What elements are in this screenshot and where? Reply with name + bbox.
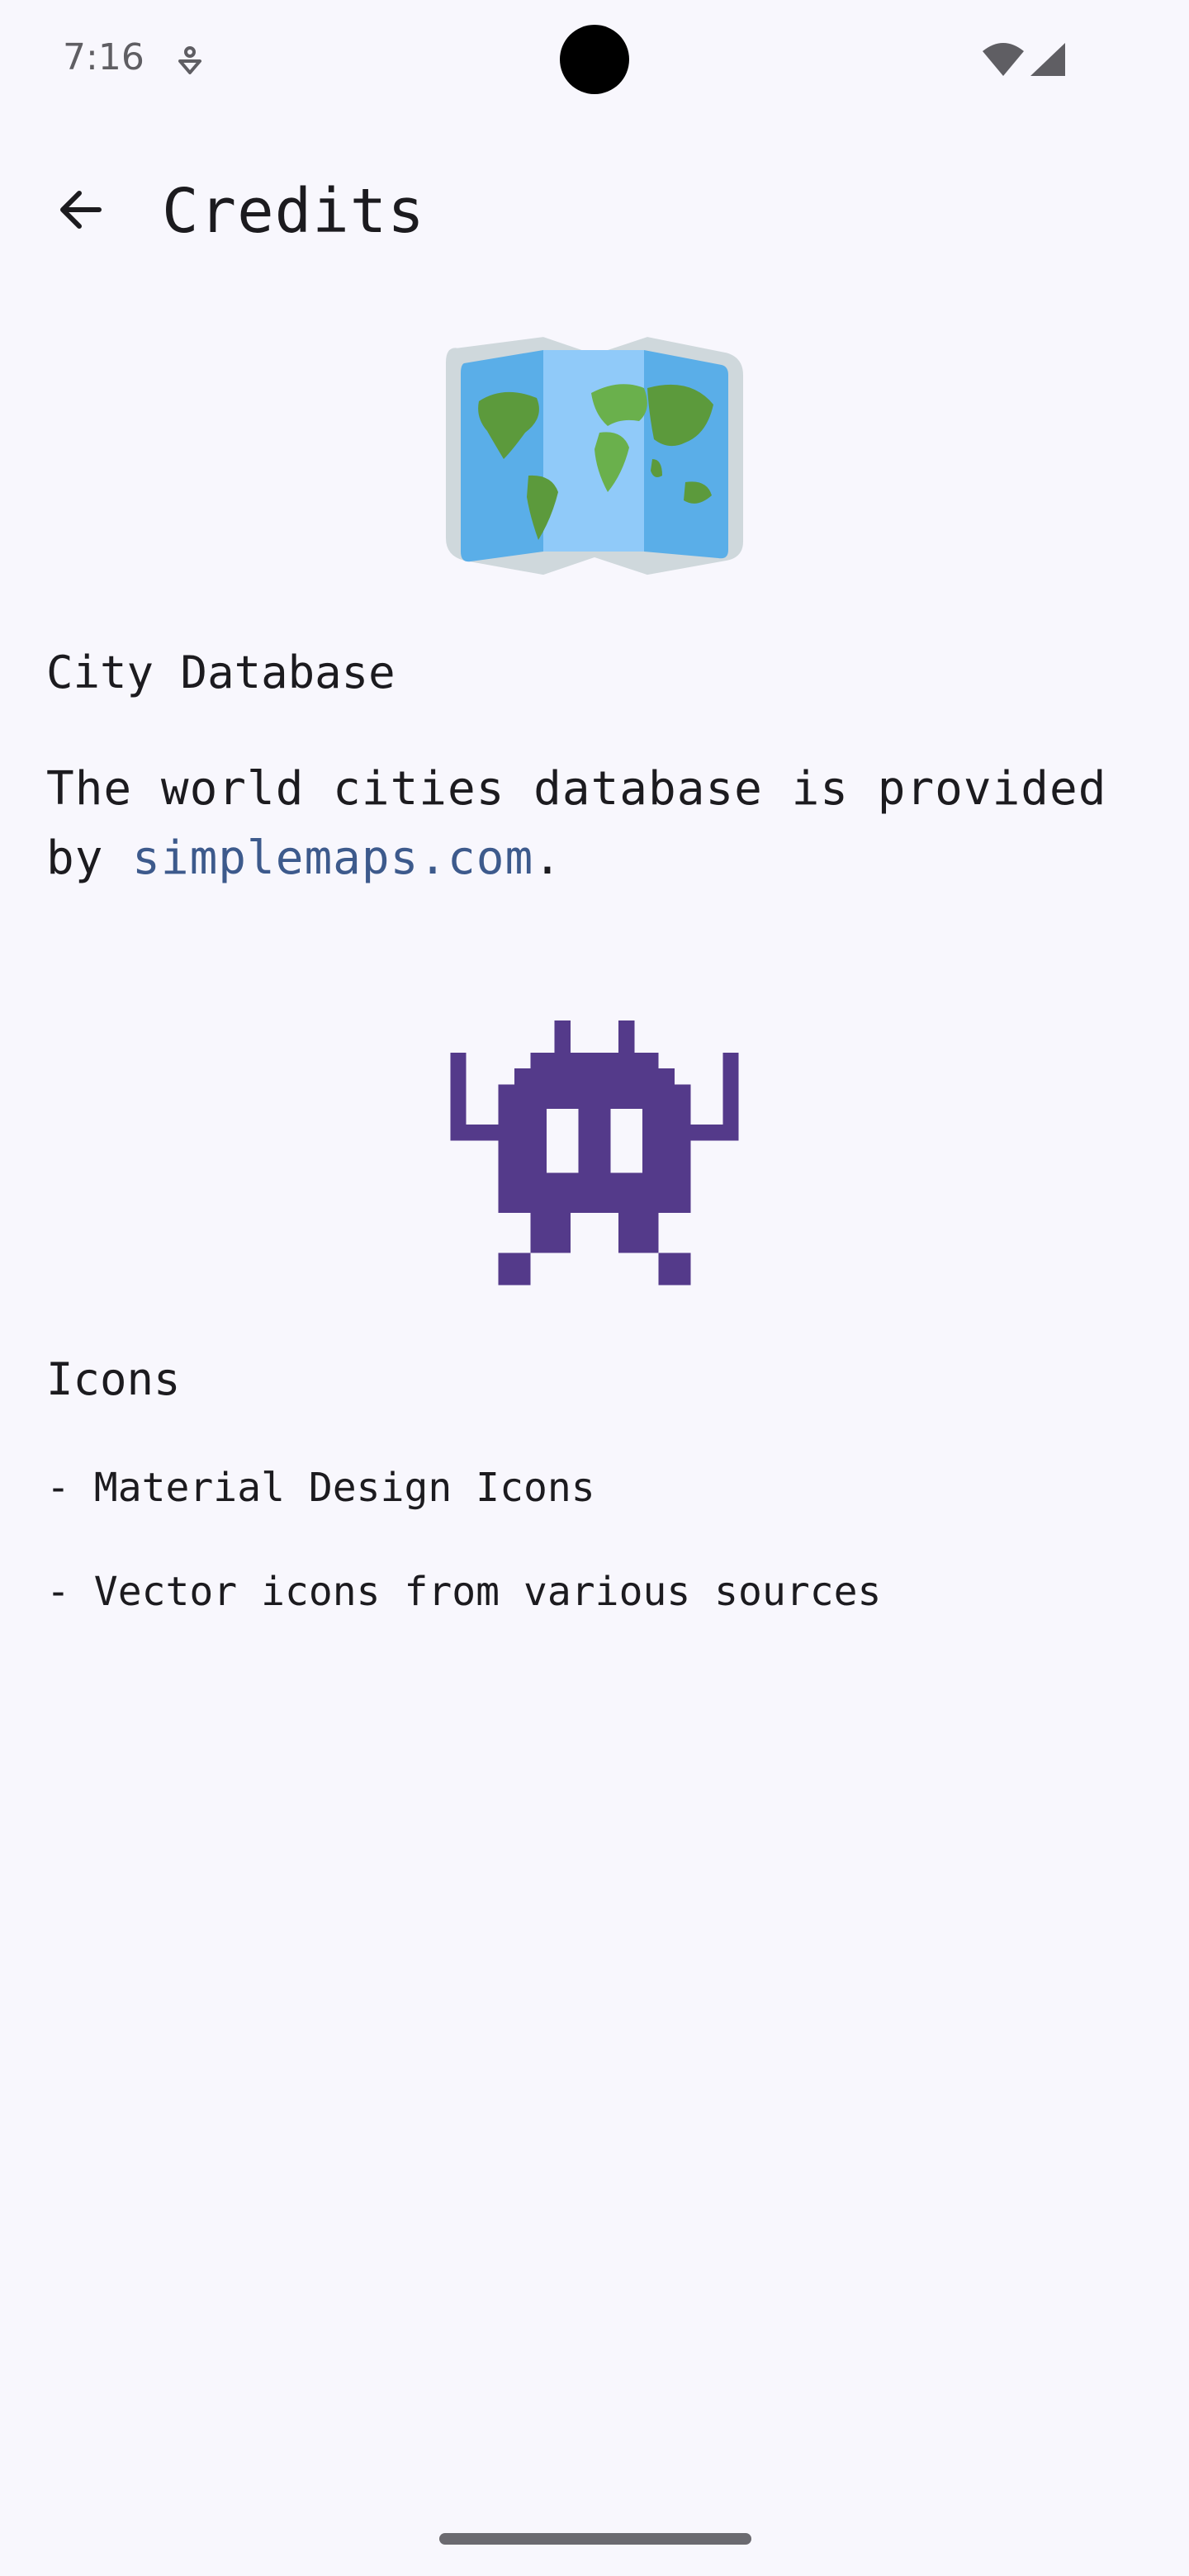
icons-title: Icons: [46, 1353, 181, 1405]
camera-cutout: [560, 25, 629, 94]
description-period: .: [533, 831, 562, 885]
back-button[interactable]: [40, 168, 122, 251]
app-bar: Credits: [0, 149, 1189, 272]
world-map-icon: [446, 337, 743, 575]
arrow-back-icon: [60, 191, 102, 229]
city-database-description: The world cities database is provided by…: [46, 755, 1153, 893]
gesture-navigation-bar[interactable]: [439, 2533, 751, 2545]
list-item: - Vector icons from various sources: [46, 1569, 882, 1615]
page-title: Credits: [162, 176, 425, 247]
wifi-icon: [983, 43, 1024, 76]
list-item: - Material Design Icons: [46, 1465, 595, 1511]
simplemaps-link[interactable]: simplemaps.com: [132, 831, 533, 885]
status-time: 7:16: [63, 36, 144, 78]
signal-icon: [1030, 43, 1065, 76]
notification-icon: [178, 46, 201, 74]
status-bar: 7:16: [0, 0, 1189, 116]
pixel-robot-icon: [450, 1020, 739, 1286]
city-database-title: City Database: [46, 646, 396, 698]
